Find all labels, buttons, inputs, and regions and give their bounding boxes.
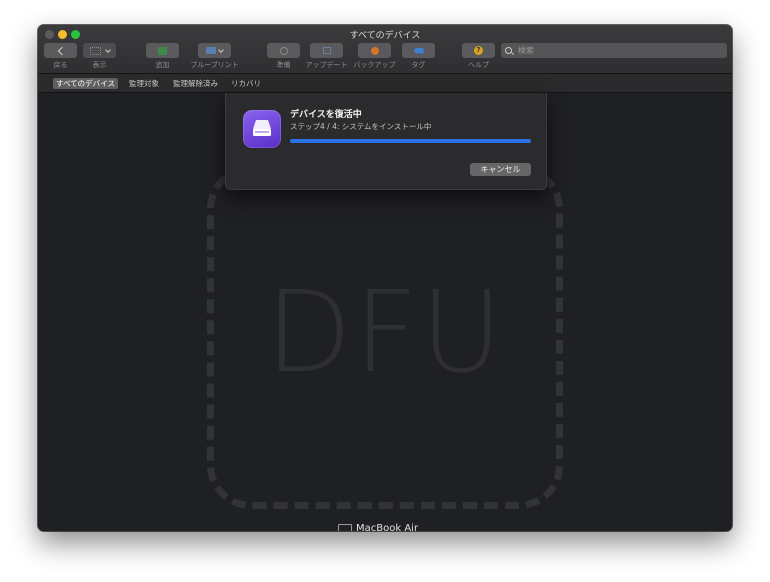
add-icon (158, 46, 167, 55)
filter-recovery[interactable]: リカバリ (228, 78, 264, 89)
back-label: 戻る (53, 61, 68, 69)
update-button[interactable] (310, 43, 343, 58)
window-title: すべてのデバイス (349, 31, 421, 41)
blueprint-button[interactable] (198, 43, 231, 58)
laptop-icon (338, 524, 352, 531)
backup-button[interactable] (358, 43, 391, 58)
device-name: MacBook Air (338, 523, 418, 531)
view-label: 表示 (92, 61, 107, 69)
sheet-step-text: ステップ4 / 4: システムをインストール中 (290, 122, 432, 131)
search-icon (505, 47, 512, 54)
app-window: すべてのデバイス 戻る 表示 追加 ブループリント 準備 アップデート バックア… (38, 25, 732, 531)
help-label: ヘルプ (468, 61, 489, 69)
filter-supervised[interactable]: 監理対象 (126, 78, 162, 89)
update-label: アップデート (305, 61, 348, 69)
chevron-down-icon (218, 46, 224, 53)
chevron-left-icon (57, 46, 67, 55)
prepare-button[interactable] (267, 43, 300, 58)
help-button[interactable]: ? (462, 43, 495, 58)
restore-progress-sheet: デバイスを復活中 ステップ4 / 4: システムをインストール中 キャンセル (225, 93, 547, 190)
view-button[interactable] (83, 43, 116, 58)
filter-bar: すべてのデバイス 監理対象 監理解除済み リカバリ (38, 74, 732, 93)
progress-bar (290, 139, 531, 143)
help-icon: ? (474, 46, 483, 55)
backup-label: バックアップ (353, 61, 396, 69)
prepare-label: 準備 (276, 61, 291, 69)
drive-icon (253, 120, 271, 136)
add-button[interactable] (146, 43, 179, 58)
filter-unsupervised[interactable]: 監理解除済み (170, 78, 221, 89)
backup-icon (370, 46, 379, 55)
search-input[interactable] (518, 46, 718, 55)
device-name-text: MacBook Air (356, 523, 419, 531)
gear-icon (279, 46, 288, 55)
toolbar: すべてのデバイス 戻る 表示 追加 ブループリント 準備 アップデート バックア… (38, 25, 732, 74)
filter-all-devices[interactable]: すべてのデバイス (53, 78, 118, 89)
progress-bar-fill (290, 139, 531, 143)
update-icon (322, 47, 331, 54)
tag-icon (413, 47, 424, 54)
add-label: 追加 (155, 61, 170, 69)
chevron-down-icon (104, 46, 111, 53)
back-button[interactable] (44, 43, 77, 58)
cancel-button[interactable]: キャンセル (470, 163, 531, 176)
grid-icon (89, 46, 101, 55)
tag-button[interactable] (402, 43, 435, 58)
search-field[interactable] (501, 43, 727, 58)
configurator-app-icon (243, 110, 281, 148)
blueprint-icon (206, 47, 216, 54)
tag-label: タグ (411, 61, 426, 69)
device-area: DFU MacBook Air デバイスを復活中 ステップ4 / 4: システム… (38, 93, 732, 531)
blueprint-label: ブループリント (190, 61, 239, 69)
sheet-title: デバイスを復活中 (290, 110, 362, 120)
dfu-label: DFU (265, 268, 505, 398)
